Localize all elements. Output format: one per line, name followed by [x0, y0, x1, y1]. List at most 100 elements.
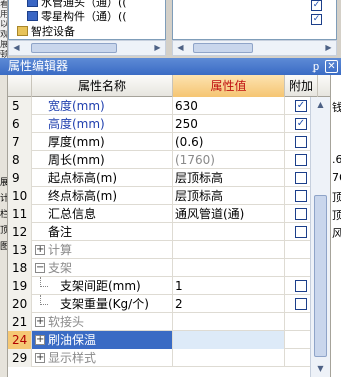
- tree-horizontal-scrollbar[interactable]: ◀ ▶: [8, 40, 166, 56]
- property-name[interactable]: 支架重量(Kg/个): [32, 295, 173, 313]
- property-row[interactable]: 20 支架重量(Kg/个) 2: [8, 295, 330, 313]
- property-value[interactable]: 通风管道(通): [173, 205, 285, 223]
- property-value[interactable]: [173, 331, 285, 349]
- collapse-icon[interactable]: −: [35, 263, 45, 273]
- property-name[interactable]: 周长(mm): [32, 151, 173, 169]
- dock-tab-char: 观: [0, 30, 7, 40]
- dock-tab-char: 展: [0, 40, 7, 50]
- pin-icon[interactable]: ᵱ: [309, 58, 323, 75]
- attach-checkbox[interactable]: [295, 298, 307, 310]
- property-name-label: 厚度(mm): [48, 135, 105, 149]
- scroll-up-icon[interactable]: ▲: [311, 97, 330, 113]
- scroll-thumb[interactable]: [314, 195, 327, 357]
- top-pane-area: 看 用 以 观 展 顿 水管通头（通）(( 零星构件（通）(( 智控设备 ◀ ▶…: [0, 0, 341, 58]
- property-row[interactable]: 11 汇总信息 通风管道(通): [8, 205, 330, 223]
- column-header-name[interactable]: 属性名称: [32, 75, 173, 97]
- column-header-value[interactable]: 属性值: [173, 75, 285, 97]
- property-name[interactable]: + 显示样式: [32, 349, 173, 367]
- close-icon[interactable]: ✕: [325, 60, 338, 73]
- property-name-label: 备注: [48, 225, 73, 239]
- row-number: 29: [8, 349, 32, 367]
- attach-checkbox[interactable]: [295, 154, 307, 166]
- scroll-left-icon[interactable]: ◀: [9, 41, 24, 55]
- property-name[interactable]: 厚度(mm): [32, 133, 173, 151]
- property-value[interactable]: [173, 223, 285, 241]
- property-row[interactable]: 9 起点标高(m) 层顶标高: [8, 169, 330, 187]
- expand-icon[interactable]: +: [35, 245, 45, 255]
- property-name[interactable]: 支架间距(mm): [32, 277, 173, 295]
- scroll-thumb[interactable]: [31, 43, 117, 53]
- property-row[interactable]: 10 终点标高(m) 层顶标高: [8, 187, 330, 205]
- window-title: 属性编辑器: [8, 59, 69, 73]
- adjacent-pane-text: .6: [332, 153, 341, 166]
- property-row[interactable]: 12 备注: [8, 223, 330, 241]
- property-name[interactable]: 宽度(mm): [32, 97, 173, 115]
- scroll-right-icon[interactable]: ▶: [150, 41, 165, 55]
- property-editor-titlebar[interactable]: 属性编辑器 ᵱ ✕: [0, 58, 341, 75]
- property-row[interactable]: 13 + 计算: [8, 241, 330, 259]
- property-row[interactable]: 8 周长(mm) (1760): [8, 151, 330, 169]
- row-number: 5: [8, 97, 32, 115]
- expand-icon[interactable]: +: [35, 353, 45, 363]
- expand-icon[interactable]: +: [35, 335, 45, 345]
- property-name[interactable]: 高度(mm): [32, 115, 173, 133]
- row-number: 21: [8, 313, 32, 331]
- property-row[interactable]: 18− 支架: [8, 259, 330, 277]
- property-value[interactable]: (0.6): [173, 133, 285, 151]
- property-name[interactable]: 终点标高(m): [32, 187, 173, 205]
- property-name[interactable]: + 软接头: [32, 313, 173, 331]
- property-name[interactable]: − 支架: [32, 259, 173, 277]
- property-row[interactable]: 24 + 刷油保温: [8, 331, 330, 349]
- property-row[interactable]: 7 厚度(mm) (0.6): [8, 133, 330, 151]
- property-value[interactable]: [173, 259, 285, 277]
- attach-checkbox[interactable]: [295, 226, 307, 238]
- expand-icon[interactable]: +: [35, 317, 45, 327]
- property-value[interactable]: 250: [173, 115, 285, 133]
- property-value[interactable]: 630: [173, 97, 285, 115]
- side-tab-char: 计: [0, 191, 7, 204]
- scroll-right-icon[interactable]: ▶: [321, 41, 336, 55]
- property-name[interactable]: 起点标高(m): [32, 169, 173, 187]
- scroll-thumb[interactable]: [193, 43, 253, 53]
- property-name[interactable]: 汇总信息: [32, 205, 173, 223]
- tree-item[interactable]: 零星构件（通）((: [27, 9, 127, 23]
- attach-checkbox[interactable]: [295, 208, 307, 220]
- property-value[interactable]: [173, 241, 285, 259]
- property-value[interactable]: 层顶标高: [173, 169, 285, 187]
- attach-checkbox-checked[interactable]: ✓: [295, 100, 307, 112]
- property-value[interactable]: [173, 313, 285, 331]
- side-tab-char: 展: [0, 175, 7, 188]
- checkbox-checked[interactable]: ✓: [311, 0, 322, 11]
- grid-vertical-scrollbar[interactable]: ▲ ▼: [310, 97, 330, 377]
- left-dock-tabs[interactable]: 看 用 以 观 展 顿: [0, 0, 8, 58]
- property-name[interactable]: + 刷油保温: [32, 331, 173, 349]
- attach-checkbox[interactable]: [295, 190, 307, 202]
- row-number: 8: [8, 151, 32, 169]
- property-name-label: 支架: [48, 261, 73, 275]
- attach-checkbox[interactable]: [295, 172, 307, 184]
- property-row[interactable]: 5 宽度(mm) 630 ✓: [8, 97, 330, 115]
- property-name[interactable]: 备注: [32, 223, 173, 241]
- property-name-label: 汇总信息: [48, 207, 97, 221]
- attach-checkbox-checked[interactable]: ✓: [295, 118, 307, 130]
- property-row[interactable]: 6 高度(mm) 250 ✓: [8, 115, 330, 133]
- property-row[interactable]: 21 + 软接头: [8, 313, 330, 331]
- column-header-add[interactable]: 附加: [285, 75, 318, 97]
- tree-item[interactable]: 智控设备: [17, 24, 75, 38]
- property-row[interactable]: 29 + 显示样式: [8, 349, 330, 367]
- property-value[interactable]: [173, 349, 285, 367]
- attach-checkbox[interactable]: [295, 280, 307, 292]
- scroll-left-icon[interactable]: ◀: [173, 41, 188, 55]
- property-name-label: 软接头: [48, 315, 85, 329]
- attach-checkbox[interactable]: [295, 136, 307, 148]
- checkbox-checked[interactable]: ✓: [311, 14, 322, 25]
- property-row[interactable]: 19 支架间距(mm) 1: [8, 277, 330, 295]
- property-value[interactable]: 2: [173, 295, 285, 313]
- right-horizontal-scrollbar[interactable]: ◀ ▶: [172, 40, 337, 56]
- property-value[interactable]: 层顶标高: [173, 187, 285, 205]
- property-value[interactable]: 1: [173, 277, 285, 295]
- scroll-down-icon[interactable]: ▼: [311, 361, 330, 377]
- property-value[interactable]: (1760): [173, 151, 285, 169]
- property-name[interactable]: + 计算: [32, 241, 173, 259]
- side-tab-strip[interactable]: 展计栏顶图: [0, 75, 8, 377]
